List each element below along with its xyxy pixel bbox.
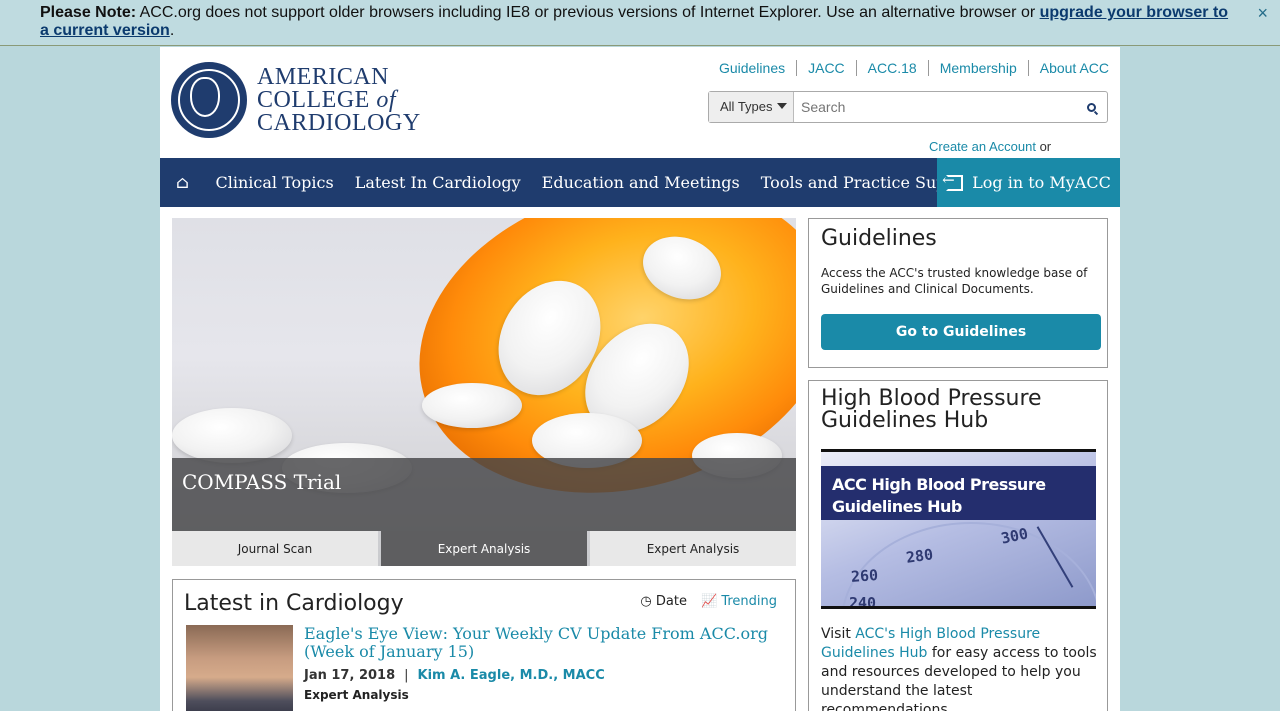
toplink-jacc[interactable]: JACC <box>796 60 856 76</box>
acc-logo[interactable]: AMERICAN COLLEGE of CARDIOLOGY <box>171 62 421 140</box>
sign-in-icon <box>942 171 964 191</box>
article-title-link[interactable]: Eagle's Eye View: Your Weekly CV Update … <box>304 625 784 661</box>
home-icon: ⌂ <box>176 172 189 193</box>
banner-text: ACC High Blood Pressure Guidelines Hub <box>832 475 1046 516</box>
article-author-link[interactable]: Kim A. Eagle, M.D., MACC <box>418 668 605 683</box>
login-button[interactable]: Log in to MyACC <box>937 158 1120 207</box>
acc-seal-icon <box>171 62 247 138</box>
hbp-banner-image[interactable]: ACC High Blood Pressure Guidelines Hub 3… <box>821 449 1096 609</box>
hero-tab-expert-analysis[interactable]: Expert Analysis <box>590 531 796 566</box>
go-to-guidelines-button[interactable]: Go to Guidelines <box>821 314 1101 350</box>
guidelines-heading: Guidelines <box>821 226 937 251</box>
logo-wordmark: AMERICAN COLLEGE of CARDIOLOGY <box>257 64 421 136</box>
login-label: Log in to MyACC <box>972 173 1111 192</box>
search-input[interactable] <box>794 92 1075 122</box>
article-type: Expert Analysis <box>304 688 409 702</box>
notice-label: Please Note: <box>40 4 137 21</box>
notice-end: . <box>169 22 175 39</box>
hbp-guidelines-hub-card: High Blood Pressure Guidelines Hub ACC H… <box>808 380 1108 711</box>
article-meta: Jan 17, 2018 | Kim A. Eagle, M.D., MACC <box>304 668 605 683</box>
toplink-membership[interactable]: Membership <box>927 60 1028 76</box>
hero-tab-journal-scan[interactable]: Journal Scan <box>172 531 378 566</box>
nav-latest-in-cardiology[interactable]: Latest In Cardiology <box>344 173 531 192</box>
toplink-about-acc[interactable]: About ACC <box>1027 60 1109 76</box>
hero-title[interactable]: COMPASS Trial <box>182 470 341 494</box>
nav-clinical-topics[interactable]: Clinical Topics <box>205 173 344 192</box>
nav-education-and-meetings[interactable]: Education and Meetings <box>531 173 750 192</box>
latest-in-cardiology-panel: Latest in Cardiology ◷ Date 📈 Trending E… <box>172 579 796 711</box>
gauge-dial <box>841 522 1096 606</box>
sort-trending-button[interactable]: 📈 Trending <box>701 594 777 609</box>
account-links: Create an Account or <box>929 139 1052 154</box>
search-bar: All Types <box>708 91 1108 123</box>
create-account-link[interactable]: Create an Account <box>929 139 1036 154</box>
utility-links: Guidelines JACC ACC.18 Membership About … <box>708 60 1109 76</box>
sort-options: ◷ Date 📈 Trending <box>640 594 777 609</box>
author-photo[interactable] <box>186 625 293 711</box>
guidelines-card: Guidelines Access the ACC's trusted know… <box>808 218 1108 368</box>
hero-caption: COMPASS Trial <box>172 458 796 531</box>
toplink-acc18[interactable]: ACC.18 <box>855 60 928 76</box>
search-icon <box>1086 102 1096 112</box>
hero-tabs: Journal Scan Expert Analysis Expert Anal… <box>172 531 796 566</box>
close-icon[interactable]: × <box>1257 4 1268 22</box>
notice-text: ACC.org does not support older browsers … <box>136 4 1040 21</box>
search-button[interactable] <box>1075 92 1107 122</box>
hbp-heading: High Blood Pressure Guidelines Hub <box>821 386 1042 433</box>
search-type-dropdown[interactable]: All Types <box>709 92 794 122</box>
caret-down-icon <box>776 103 787 109</box>
home-button[interactable]: ⌂ <box>160 158 205 207</box>
browser-notice-bar: Please Note: ACC.org does not support ol… <box>0 0 1280 46</box>
page-container: AMERICAN COLLEGE of CARDIOLOGY Guideline… <box>160 47 1120 711</box>
hero-tab-expert-analysis-active[interactable]: Expert Analysis <box>381 531 587 566</box>
sort-date-button[interactable]: ◷ Date <box>640 594 687 609</box>
article-date: Jan 17, 2018 <box>304 668 396 683</box>
toplink-guidelines[interactable]: Guidelines <box>708 60 796 76</box>
guidelines-description: Access the ACC's trusted knowledge base … <box>821 266 1088 296</box>
hbp-description: Visit ACC's High Blood Pressure Guidelin… <box>821 626 1097 711</box>
hero-carousel[interactable]: COMPASS Trial Journal Scan Expert Analys… <box>172 218 796 566</box>
main-nav: ⌂ Clinical Topics Latest In Cardiology E… <box>160 158 1120 207</box>
latest-heading: Latest in Cardiology <box>184 591 404 616</box>
